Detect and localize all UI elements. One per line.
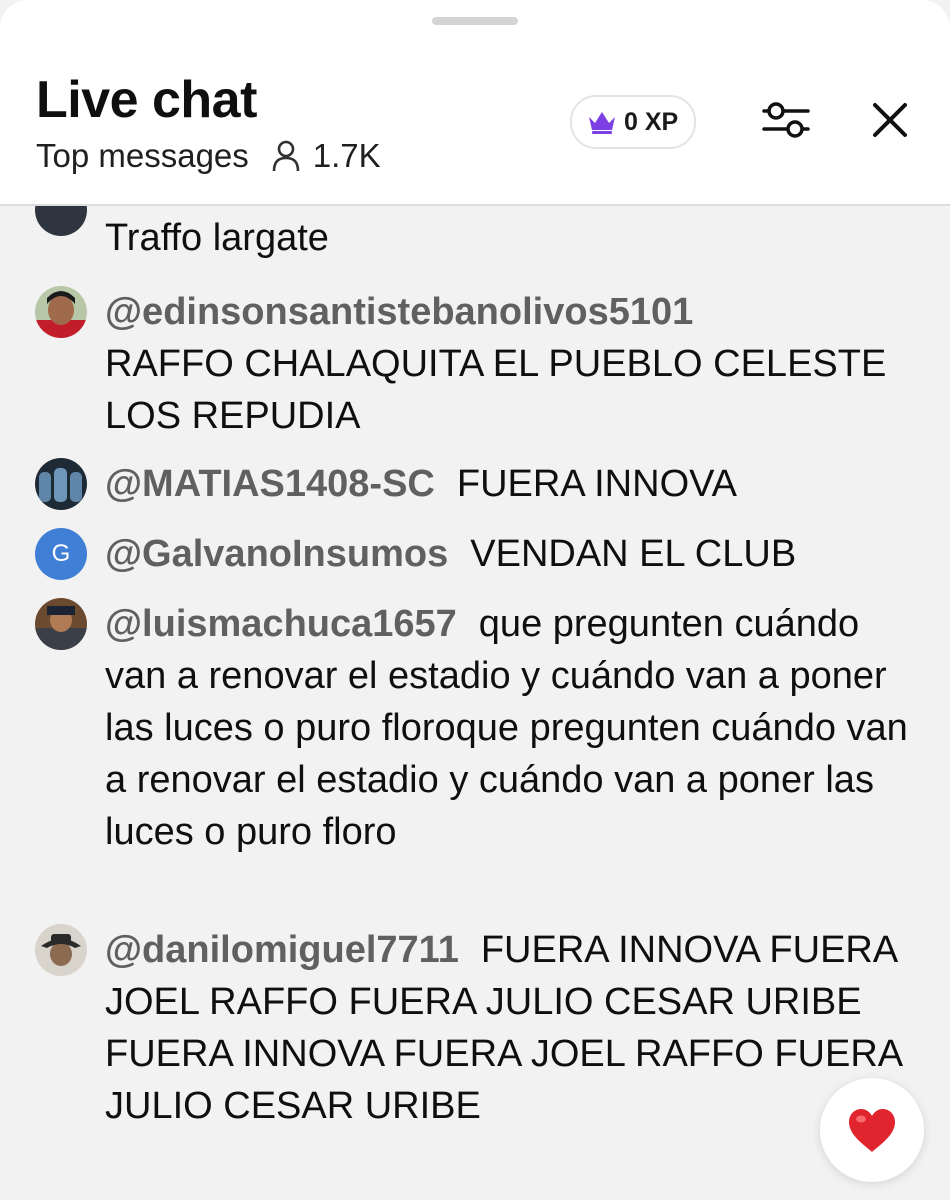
chat-mode-row: Top messages 1.7K <box>36 136 381 176</box>
message-body: @MATIAS1408-SC FUERA INNOVA <box>105 458 920 510</box>
message-body: @luismachuca1657 que pregunten cuándo van… <box>105 598 920 858</box>
filter-button[interactable] <box>760 96 812 144</box>
message-author[interactable]: @danilomiguel7711 <box>105 929 459 971</box>
heart-icon <box>849 1109 895 1152</box>
chat-message-list[interactable]: Traffo largate @edinsonsantistebanolivos… <box>0 206 950 1200</box>
close-button[interactable] <box>866 96 914 144</box>
message-author[interactable]: @edinsonsantistebanolivos5101 <box>105 291 693 333</box>
close-icon <box>873 103 907 137</box>
message-author[interactable]: @luismachuca1657 <box>105 603 457 645</box>
chat-header: Live chat Top messages 1.7K 0 XP <box>0 0 950 206</box>
message-body: @danilomiguel7711 FUERA INNOVA FUERA JOEL… <box>105 924 920 1132</box>
chat-mode-selector[interactable]: Top messages <box>36 136 249 176</box>
sliders-icon <box>762 102 810 138</box>
message-text: FUERA INNOVA <box>456 463 737 505</box>
avatar <box>35 286 87 338</box>
xp-label: 0 XP <box>624 107 679 136</box>
live-chat-panel: Live chat Top messages 1.7K 0 XP Traffo … <box>0 0 950 1200</box>
page-title: Live chat <box>36 71 257 129</box>
message-author[interactable]: @MATIAS1408-SC <box>105 463 435 505</box>
message-body: @edinsonsantistebanolivos5101 RAFFO CHALA… <box>105 286 920 442</box>
person-icon <box>271 139 301 173</box>
avatar <box>35 598 87 650</box>
message-body: @GalvanoInsumos VENDAN EL CLUB <box>105 528 920 580</box>
avatar <box>35 206 87 236</box>
crown-icon <box>589 112 615 134</box>
viewer-count: 1.7K <box>312 137 381 174</box>
avatar <box>35 924 87 976</box>
drag-handle[interactable] <box>432 17 518 25</box>
message-text: RAFFO CHALAQUITA EL PUEBLO CELESTE LOS R… <box>105 343 887 437</box>
message-author[interactable]: @GalvanoInsumos <box>105 533 448 575</box>
avatar <box>35 458 87 510</box>
message-text: Traffo largate <box>105 217 329 259</box>
message-text: VENDAN EL CLUB <box>470 533 797 575</box>
avatar: G <box>35 528 87 580</box>
avatar-letter: G <box>51 540 71 567</box>
xp-badge-button[interactable]: 0 XP <box>570 95 697 149</box>
reaction-button[interactable] <box>820 1078 924 1182</box>
